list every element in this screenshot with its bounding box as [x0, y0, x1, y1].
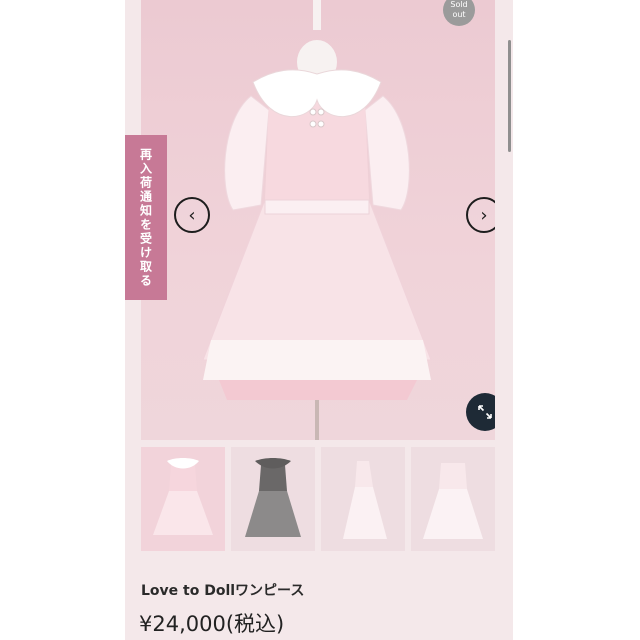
badge-line1: Sold	[450, 0, 468, 9]
thumbnail-2[interactable]	[231, 447, 315, 551]
prev-image-button[interactable]: ‹	[174, 197, 210, 233]
thumbnail-dress-back	[423, 463, 483, 539]
thumbnail-dress-gray	[245, 458, 301, 537]
thumbnail-4[interactable]	[411, 447, 495, 551]
expand-icon	[478, 405, 492, 419]
restock-notify-button[interactable]: 再入荷通知を受け取る	[125, 135, 167, 300]
chevron-left-icon: ‹	[188, 204, 196, 226]
scrollbar[interactable]	[508, 40, 511, 152]
product-price: ¥24,000(税込)	[139, 612, 285, 636]
thumbnail-strip	[141, 447, 495, 551]
thumbnail-1[interactable]	[141, 447, 225, 551]
thumbnail-3[interactable]	[321, 447, 405, 551]
product-title: Love to Dollワンピース	[141, 583, 305, 599]
badge-line2: out	[452, 10, 466, 19]
restock-notify-label: 再入荷通知を受け取る	[138, 147, 153, 288]
thumbnail-dress-pink	[153, 458, 213, 535]
next-image-button[interactable]: ›	[466, 197, 495, 233]
chevron-right-icon: ›	[480, 204, 488, 226]
thumbnail-dress-side	[343, 461, 387, 539]
product-page: Sold out ‹ › 再入荷通知を受け取る Love to Dollワンピー…	[125, 0, 513, 640]
main-product-image[interactable]: Sold out ‹ ›	[141, 0, 495, 440]
